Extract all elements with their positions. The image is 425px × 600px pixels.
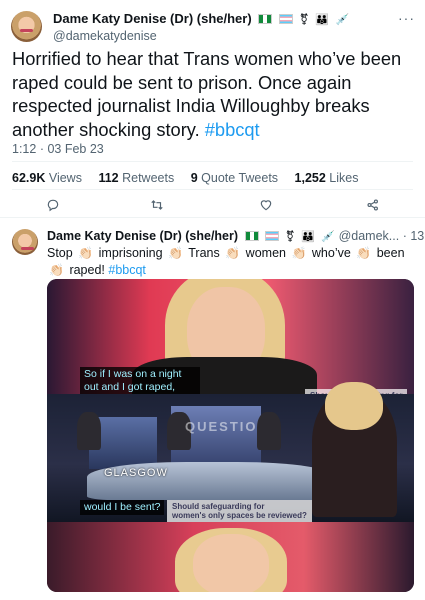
gender-symbol-icon: ⚧	[299, 14, 309, 26]
author-name[interactable]: Dame Katy Denise (Dr) (she/her)	[47, 229, 238, 243]
gender-symbol-icon: ⚧	[285, 231, 295, 243]
word: Trans	[188, 246, 220, 260]
hashtag-link[interactable]: #bbcqt	[108, 263, 146, 277]
family-icon: 👪	[301, 231, 315, 243]
more-icon[interactable]: ···	[398, 10, 415, 26]
views-stat: 62.9K Views	[12, 171, 82, 185]
reply-icon[interactable]	[46, 198, 60, 212]
avatar[interactable]	[11, 11, 42, 42]
subtitle-caption: would I be sent?	[80, 500, 165, 515]
retweets-stat[interactable]: 112 Retweets	[98, 171, 174, 185]
tweet-media[interactable]: So if I was on a night out and I got rap…	[47, 279, 414, 592]
main-tweet: Dame Katy Denise (Dr) (she/her) ⚧ 👪 💉 @d…	[0, 0, 425, 217]
panelist	[77, 412, 101, 450]
presenter-hair	[325, 382, 383, 430]
tweet-text: Horrified to hear that Trans women who’v…	[12, 48, 402, 140]
clap-icon: 👏🏻	[168, 246, 183, 260]
lower-third: Should safeguarding for women's only spa…	[167, 500, 312, 522]
likes-stat[interactable]: 1,252 Likes	[295, 171, 359, 185]
reply-header: Dame Katy Denise (Dr) (she/her) ⚧ 👪 💉 @d…	[47, 229, 425, 243]
video-frame-3	[47, 522, 414, 592]
tweet-timestamp[interactable]: 1:12 · 03 Feb 23	[12, 142, 104, 156]
tweet-separator	[0, 217, 425, 218]
nigeria-flag-icon	[258, 14, 273, 24]
clap-icon: 👏🏻	[291, 246, 307, 260]
syringe-icon: 💉	[321, 231, 336, 243]
author-handle[interactable]: @damek...	[339, 229, 400, 243]
hashtag-link[interactable]: #bbcqt	[205, 119, 260, 140]
tweet-stats: 62.9K Views 112 Retweets 9 Quote Tweets …	[12, 171, 371, 185]
panelist	[257, 412, 281, 450]
retweet-icon[interactable]	[150, 198, 164, 212]
author-name[interactable]: Dame Katy Denise (Dr) (she/her) ⚧ 👪 💉	[53, 11, 349, 26]
trans-flag-icon	[265, 231, 279, 241]
syringe-icon: 💉	[335, 14, 350, 26]
clap-icon: 👏🏻	[356, 246, 372, 260]
word: raped!	[69, 263, 105, 277]
word: who’ve	[311, 246, 351, 260]
clap-icon: 👏🏻	[49, 263, 64, 277]
word: been	[376, 246, 405, 260]
presenter-face	[193, 534, 269, 592]
reply-text: Stop 👏🏻 imprisoning 👏🏻 Trans 👏🏻 women 👏🏻…	[47, 245, 415, 279]
clap-icon: 👏🏻	[78, 246, 94, 260]
quote-tweets-stat[interactable]: 9 Quote Tweets	[191, 171, 278, 185]
video-frame-1: So if I was on a night out and I got rap…	[47, 279, 414, 417]
author-handle[interactable]: @damekatydenise	[53, 29, 157, 43]
word: women	[245, 246, 286, 260]
separator-dot: ·	[402, 229, 407, 243]
avatar[interactable]	[12, 229, 38, 255]
share-icon[interactable]	[366, 198, 380, 212]
location-text: GLASGOW	[104, 467, 168, 479]
divider	[12, 161, 413, 162]
studio-logo-text: QUESTIO	[185, 419, 258, 434]
family-icon: 👪	[315, 14, 330, 26]
nigeria-flag-icon	[244, 231, 259, 241]
divider	[12, 189, 413, 190]
tweet-age[interactable]: 13h	[410, 229, 425, 243]
trans-flag-icon	[278, 14, 293, 24]
clap-icon: 👏🏻	[225, 246, 241, 260]
word: Stop	[47, 246, 73, 260]
word: imprisoning	[98, 246, 163, 260]
action-bar	[0, 198, 425, 212]
like-icon[interactable]	[259, 198, 273, 212]
